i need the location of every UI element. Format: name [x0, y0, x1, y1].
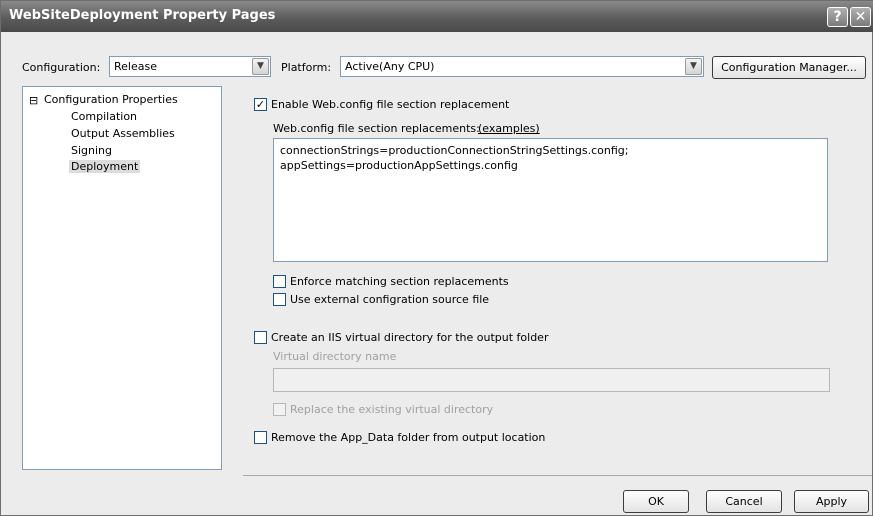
enforce-matching-label: Enforce matching section replacements	[290, 275, 509, 288]
enforce-matching-checkbox[interactable]	[273, 275, 286, 288]
cancel-button[interactable]: Cancel	[706, 490, 782, 513]
configuration-manager-button[interactable]: Configuration Manager...	[712, 56, 866, 79]
vdir-name-label: Virtual directory name	[273, 350, 397, 363]
tree-item-configuration-properties[interactable]: Configuration Properties	[44, 93, 178, 106]
tree-item-compilation[interactable]: Compilation	[71, 110, 137, 123]
replace-vdir-label: Replace the existing virtual directory	[290, 403, 494, 416]
button-separator	[243, 475, 872, 476]
help-icon[interactable]: ?	[827, 7, 848, 27]
replacements-label: Web.config file section replacements:	[273, 122, 480, 135]
property-pages-dialog: WebSiteDeployment Property Pages ? ✕ Con…	[0, 0, 873, 516]
replace-vdir-checkbox[interactable]	[273, 403, 286, 416]
enable-replacement-checkbox[interactable]: ✓	[254, 98, 267, 111]
vdir-name-input[interactable]	[273, 368, 830, 392]
apply-button[interactable]: Apply	[794, 490, 869, 513]
configuration-value: Release	[114, 60, 157, 73]
tree-item-output-assemblies[interactable]: Output Assemblies	[71, 127, 175, 140]
remove-appdata-checkbox[interactable]	[254, 431, 267, 444]
tree-item-signing[interactable]: Signing	[71, 144, 112, 157]
create-vdir-label: Create an IIS virtual directory for the …	[271, 331, 549, 344]
replacements-textarea[interactable]: connectionStrings=productionConnectionSt…	[273, 138, 828, 262]
external-source-checkbox[interactable]	[273, 293, 286, 306]
collapse-icon[interactable]: ⊟	[29, 94, 38, 107]
platform-dropdown[interactable]: Active(Any CPU) ▼	[340, 56, 704, 77]
external-source-label: Use external configration source file	[290, 293, 490, 306]
close-icon[interactable]: ✕	[850, 7, 871, 27]
tree-item-deployment[interactable]: Deployment	[69, 160, 141, 173]
platform-label: Platform:	[281, 61, 332, 74]
title-bar[interactable]: WebSiteDeployment Property Pages ? ✕	[1, 1, 873, 32]
examples-link[interactable]: (examples)	[478, 122, 540, 135]
chevron-down-icon[interactable]: ▼	[252, 58, 269, 75]
chevron-down-icon[interactable]: ▼	[685, 58, 702, 75]
configuration-label: Configuration:	[22, 61, 101, 74]
create-vdir-checkbox[interactable]	[254, 331, 267, 344]
settings-tree: ⊟ Configuration Properties Compilation O…	[22, 86, 222, 470]
platform-value: Active(Any CPU)	[345, 60, 435, 73]
ok-button[interactable]: OK	[623, 490, 689, 513]
remove-appdata-label: Remove the App_Data folder from output l…	[271, 431, 546, 444]
enable-replacement-label: Enable Web.config file section replaceme…	[271, 98, 510, 111]
configuration-dropdown[interactable]: Release ▼	[109, 56, 271, 77]
window-title: WebSiteDeployment Property Pages	[9, 8, 276, 23]
